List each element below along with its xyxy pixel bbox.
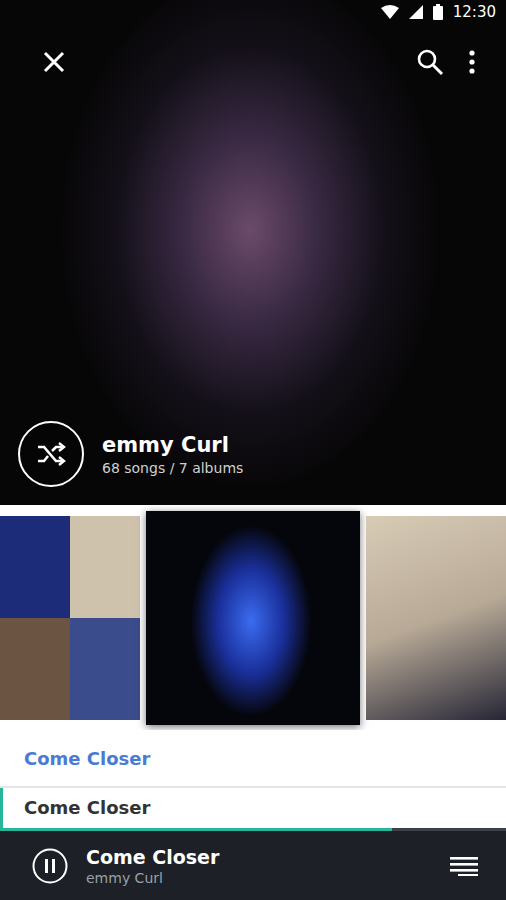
track-row[interactable]: Come Closer [0, 788, 506, 828]
track-title: Come Closer [24, 748, 150, 769]
queue-icon [450, 856, 478, 876]
shuffle-button[interactable] [18, 421, 84, 487]
toolbar [0, 36, 506, 88]
search-icon [416, 48, 444, 76]
more-icon [468, 49, 476, 75]
wifi-icon [381, 5, 399, 19]
music-app: 12:30 emmy Curl 68 songs / 7 albums Come Cl… [0, 0, 506, 900]
play-pause-button[interactable] [32, 848, 68, 884]
artist-info: emmy Curl 68 songs / 7 albums [102, 433, 243, 476]
close-button[interactable] [36, 44, 72, 80]
status-time: 12:30 [453, 3, 496, 21]
album-title-row[interactable]: Come Closer [0, 730, 506, 788]
album-cover[interactable] [146, 511, 360, 725]
status-bar: 12:30 [0, 0, 506, 24]
pause-icon [32, 848, 68, 884]
now-playing-bar: Come Closer emmy Curl [0, 831, 506, 900]
shuffle-icon [36, 441, 66, 467]
search-button[interactable] [410, 42, 450, 82]
artist-stats: 68 songs / 7 albums [102, 460, 243, 476]
artist-row: emmy Curl 68 songs / 7 albums [0, 421, 506, 505]
album-cover[interactable] [366, 516, 506, 720]
artist-header: 12:30 emmy Curl 68 songs / 7 albums [0, 0, 506, 505]
queue-button[interactable] [444, 850, 484, 882]
album-collage[interactable] [0, 516, 140, 720]
close-icon [42, 50, 66, 74]
more-button[interactable] [462, 43, 482, 81]
now-playing-title: Come Closer [86, 846, 420, 868]
now-playing-info: Come Closer emmy Curl [86, 846, 420, 886]
now-playing-artist: emmy Curl [86, 870, 420, 886]
album-strip[interactable] [0, 505, 506, 730]
battery-icon [433, 4, 443, 20]
track-title: Come Closer [24, 797, 150, 818]
artist-name: emmy Curl [102, 433, 243, 457]
signal-icon [409, 5, 423, 19]
